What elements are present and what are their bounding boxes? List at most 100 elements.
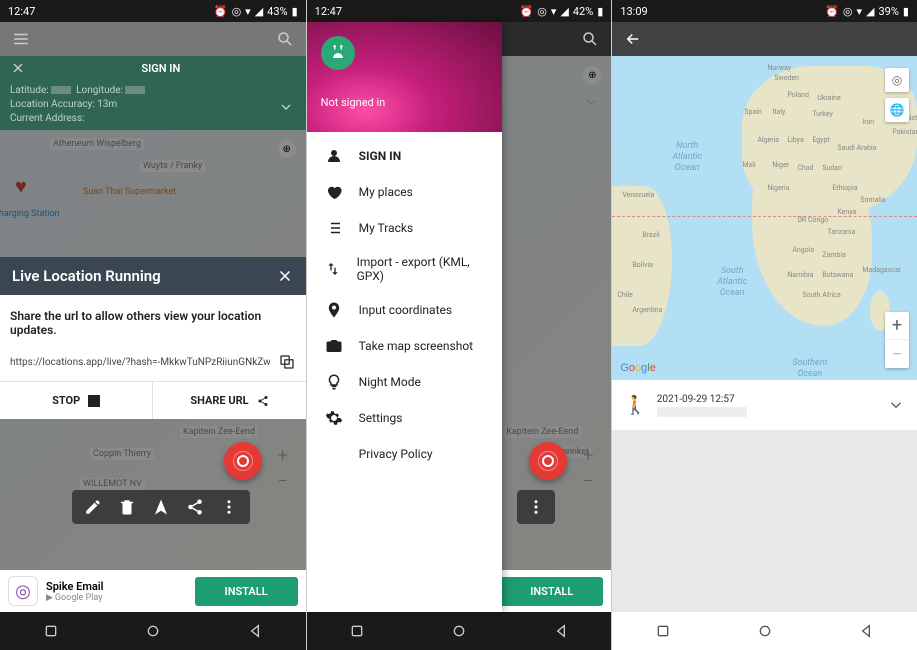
drawer-my-tracks[interactable]: My Tracks bbox=[307, 210, 502, 246]
my-location-fab[interactable] bbox=[224, 442, 262, 480]
google-logo: Google bbox=[620, 362, 656, 374]
bulb-icon bbox=[325, 373, 343, 391]
drawer-screenshot[interactable]: Take map screenshot bbox=[307, 328, 502, 364]
signin-label[interactable]: SIGN IN bbox=[141, 62, 180, 75]
world-map[interactable]: North Atlantic Ocean South Atlantic Ocea… bbox=[612, 56, 917, 380]
signal-icon: ◢ bbox=[560, 5, 568, 18]
nav-bar bbox=[307, 612, 612, 650]
close-icon[interactable] bbox=[276, 267, 294, 285]
nav-drawer: Not signed in SIGN IN My places My Track… bbox=[307, 22, 502, 612]
ocean-label: North Atlantic Ocean bbox=[672, 141, 702, 173]
drawer-my-places[interactable]: My places bbox=[307, 174, 502, 210]
battery-pct: 39% bbox=[878, 5, 898, 18]
app-bar bbox=[0, 22, 306, 56]
nav-recent[interactable] bbox=[643, 621, 683, 641]
more-icon[interactable] bbox=[220, 498, 238, 516]
chevron-down-icon[interactable] bbox=[887, 396, 905, 414]
search-button[interactable] bbox=[274, 28, 296, 50]
stop-button[interactable]: STOP bbox=[0, 382, 153, 419]
close-icon[interactable] bbox=[10, 60, 26, 76]
zoom-out-button[interactable]: − bbox=[575, 468, 601, 494]
zoom-control: + − bbox=[885, 312, 909, 368]
avatar bbox=[321, 36, 355, 70]
share-icon[interactable] bbox=[186, 498, 204, 516]
drawer-privacy[interactable]: Privacy Policy bbox=[307, 436, 502, 472]
drawer-night-mode[interactable]: Night Mode bbox=[307, 364, 502, 400]
track-item[interactable]: 🚶 2021-09-29 12:57 bbox=[612, 380, 917, 430]
screen-drawer: 12:47 ⏰ ◎ ▾ ◢ 42% ▮ ⊕ Nachtwinkel Kapite… bbox=[306, 0, 612, 650]
navigate-icon[interactable] bbox=[152, 498, 170, 516]
signin-status: Not signed in bbox=[321, 96, 488, 109]
nav-back[interactable] bbox=[235, 621, 275, 641]
app-bar bbox=[612, 22, 917, 56]
lon-label: Longitude: bbox=[76, 85, 123, 96]
signal-icon: ◢ bbox=[255, 5, 263, 18]
drawer-signin[interactable]: SIGN IN bbox=[307, 138, 502, 174]
lat-label: Latitude: bbox=[10, 85, 49, 96]
live-location-sheet: Live Location Running Share the url to a… bbox=[0, 257, 306, 419]
clock: 12:47 bbox=[8, 5, 35, 18]
vibrate-icon: ◎ bbox=[843, 5, 853, 18]
ad-banner[interactable]: ◎ Spike Email ▶ Google Play INSTALL bbox=[0, 570, 306, 612]
edit-toolbar bbox=[72, 490, 250, 524]
layers-button[interactable]: 🌐 bbox=[885, 98, 909, 122]
share-url: https://locations.app/live/?hash=-MkkwTu… bbox=[10, 357, 270, 368]
live-title: Live Location Running bbox=[12, 267, 161, 285]
search-button[interactable] bbox=[579, 28, 601, 50]
zoom-in-button[interactable]: + bbox=[885, 312, 909, 340]
zoom-in-button[interactable]: + bbox=[270, 442, 296, 468]
pin-icon bbox=[325, 301, 343, 319]
location-info-panel[interactable]: Latitude: Longitude: Location Accuracy: … bbox=[0, 80, 306, 134]
heart-icon bbox=[325, 183, 343, 201]
edit-icon[interactable] bbox=[84, 498, 102, 516]
camera-icon bbox=[325, 337, 343, 355]
battery-icon: ▮ bbox=[597, 5, 603, 18]
zoom-out-button[interactable]: − bbox=[270, 468, 296, 494]
walk-icon: 🚶 bbox=[624, 395, 646, 416]
vibrate-icon: ◎ bbox=[537, 5, 547, 18]
track-name bbox=[657, 407, 747, 417]
ocean-label: Southern Ocean bbox=[792, 358, 827, 380]
clock: 13:09 bbox=[620, 5, 647, 18]
delete-icon[interactable] bbox=[118, 498, 136, 516]
nav-back[interactable] bbox=[541, 621, 581, 641]
wifi-icon: ▾ bbox=[245, 5, 251, 18]
edit-toolbar bbox=[517, 490, 555, 524]
share-url-button[interactable]: SHARE URL bbox=[153, 382, 305, 419]
drawer-input-coords[interactable]: Input coordinates bbox=[307, 292, 502, 328]
zoom-in-button[interactable]: + bbox=[575, 442, 601, 468]
chevron-down-icon[interactable] bbox=[278, 99, 294, 115]
nav-recent[interactable] bbox=[31, 621, 71, 641]
nav-home[interactable] bbox=[439, 621, 479, 641]
nav-bar bbox=[0, 612, 306, 650]
gear-icon bbox=[325, 409, 343, 427]
drawer-settings[interactable]: Settings bbox=[307, 400, 502, 436]
more-icon[interactable] bbox=[527, 498, 545, 516]
nav-recent[interactable] bbox=[337, 621, 377, 641]
signal-icon: ◢ bbox=[866, 5, 874, 18]
list-icon bbox=[325, 219, 343, 237]
install-button[interactable]: INSTALL bbox=[195, 577, 298, 606]
back-button[interactable] bbox=[622, 28, 644, 50]
battery-pct: 43% bbox=[267, 5, 287, 18]
battery-icon: ▮ bbox=[903, 5, 909, 18]
nav-back[interactable] bbox=[846, 621, 886, 641]
address-label: Current Address: bbox=[10, 113, 84, 124]
install-button[interactable]: INSTALL bbox=[500, 577, 603, 606]
my-location-button[interactable]: ◎ bbox=[885, 68, 909, 92]
ad-title: Spike Email bbox=[46, 580, 187, 593]
share-icon bbox=[257, 395, 269, 407]
nav-home[interactable] bbox=[745, 621, 785, 641]
accuracy-value: 13m bbox=[97, 99, 117, 110]
accuracy-label: Location Accuracy: bbox=[10, 99, 95, 110]
copy-icon[interactable] bbox=[278, 353, 296, 371]
drawer-import-export[interactable]: Import - export (KML, GPX) bbox=[307, 246, 502, 292]
zoom-out-button[interactable]: − bbox=[885, 340, 909, 368]
battery-pct: 42% bbox=[573, 5, 593, 18]
nav-bar bbox=[612, 612, 917, 650]
menu-button[interactable] bbox=[10, 28, 32, 50]
signin-header: SIGN IN bbox=[0, 56, 306, 80]
alarm-icon: ⏰ bbox=[825, 5, 839, 18]
battery-icon: ▮ bbox=[292, 5, 298, 18]
nav-home[interactable] bbox=[133, 621, 173, 641]
